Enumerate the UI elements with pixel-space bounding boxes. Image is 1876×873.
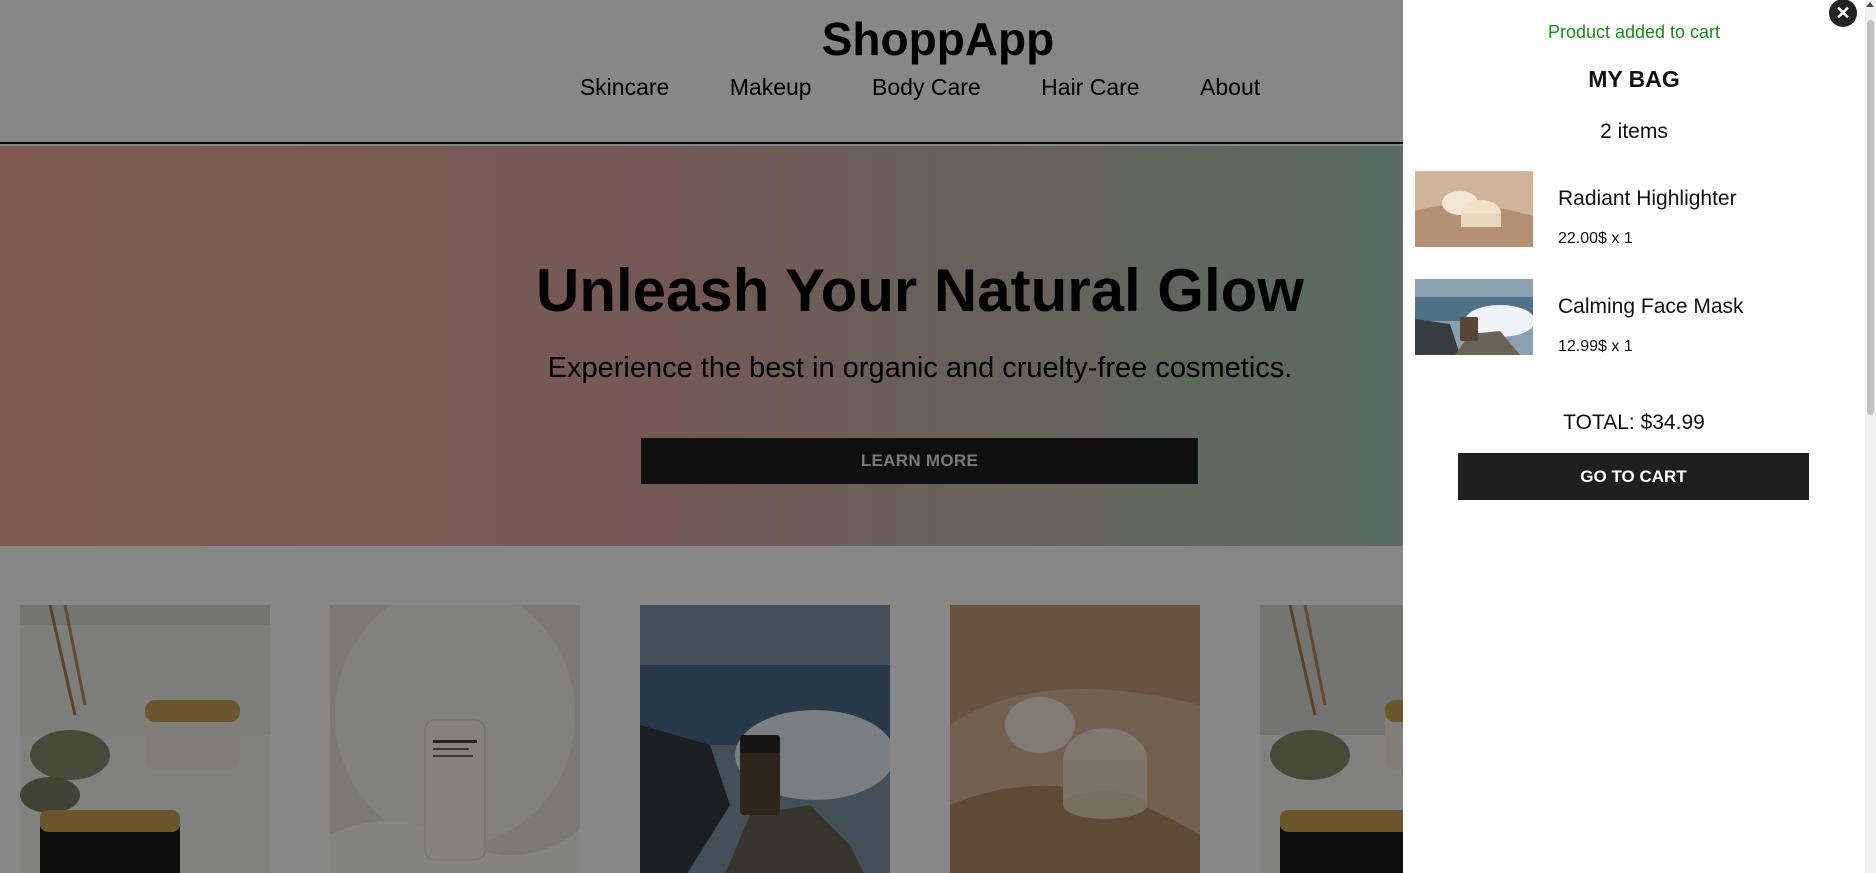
- cart-item-price: 12.99$ x 1: [1558, 338, 1633, 355]
- cart-item-price: 22.00$ x 1: [1558, 230, 1633, 247]
- cart-item-name[interactable]: Calming Face Mask: [1558, 295, 1744, 319]
- bag-title: MY BAG: [1588, 66, 1680, 92]
- drawer-scrollbar[interactable]: [1865, 0, 1876, 873]
- cart-total: TOTAL: $34.99: [1563, 411, 1705, 434]
- cart-item-image[interactable]: [1415, 171, 1533, 247]
- bag-item-count: 2 items: [1600, 120, 1668, 143]
- cart-drawer: Product added to cart MY BAG 2 items Rad…: [1403, 0, 1876, 873]
- cart-item: Calming Face Mask 12.99$ x 1: [1415, 279, 1855, 355]
- cart-item-name[interactable]: Radiant Highlighter: [1558, 187, 1737, 211]
- scrollbar-thumb[interactable]: [1867, 20, 1874, 415]
- scroll-up-arrow-icon[interactable]: [1866, 2, 1874, 7]
- added-to-cart-message: Product added to cart: [1547, 22, 1721, 42]
- go-to-cart-button[interactable]: GO TO CART: [1458, 453, 1809, 500]
- cart-item: Radiant Highlighter 22.00$ x 1: [1415, 171, 1855, 247]
- close-icon[interactable]: ✕: [1829, 0, 1857, 27]
- cart-item-image[interactable]: [1415, 279, 1533, 355]
